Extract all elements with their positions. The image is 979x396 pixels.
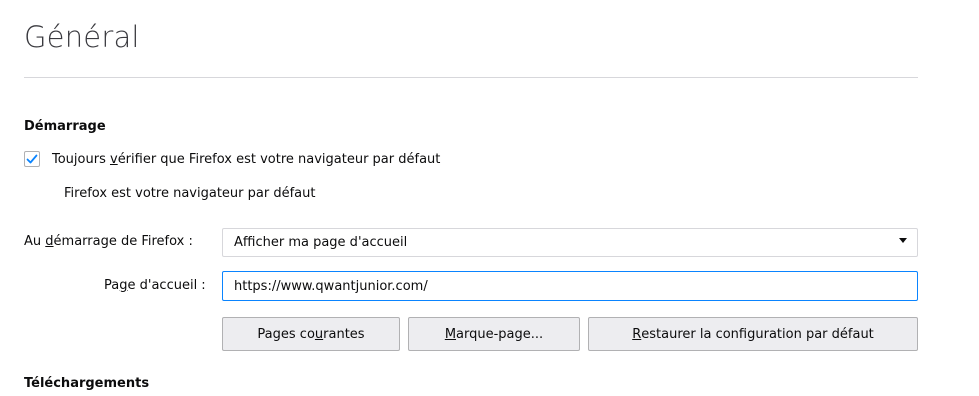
homepage-label: Page d'accueil :	[104, 278, 206, 293]
startup-heading: Démarrage	[24, 119, 106, 134]
use-current-pages-button[interactable]: Pages co u rantes	[222, 317, 400, 351]
on-start-label: Au démarrage de Firefox :	[24, 234, 193, 249]
default-browser-checkbox[interactable]	[24, 151, 40, 167]
on-start-select[interactable]: Afficher ma page d'accueil	[222, 228, 918, 257]
default-browser-status: Firefox est votre navigateur par défaut	[64, 186, 316, 201]
homepage-input[interactable]	[222, 271, 918, 301]
button-label-part: rantes	[323, 326, 365, 342]
accesskey: u	[314, 326, 324, 342]
label-part: Toujours	[52, 151, 110, 167]
chevron-down-icon	[899, 238, 907, 243]
default-browser-checkbox-label: Toujours vérifier que Firefox est votre …	[52, 152, 440, 167]
accesskey: v	[109, 151, 118, 167]
button-label-part: arque-page...	[456, 326, 544, 342]
default-browser-checkbox-row[interactable]: Toujours vérifier que Firefox est votre …	[24, 148, 440, 170]
downloads-heading: Téléchargements	[24, 376, 150, 391]
checkmark-icon	[26, 154, 38, 164]
accesskey: d	[45, 234, 54, 249]
accesskey: R	[632, 326, 642, 342]
button-label-part: Pages co	[257, 326, 315, 342]
label-part: Pa	[104, 278, 120, 293]
button-label-part: estaurer la configuration par défaut	[641, 326, 874, 342]
accesskey: M	[444, 326, 457, 342]
title-divider	[24, 77, 918, 78]
on-start-selected-value: Afficher ma page d'accueil	[234, 235, 408, 250]
accesskey: g	[119, 278, 128, 293]
label-part: Au	[24, 234, 46, 249]
label-part: émarrage de Firefox :	[53, 234, 193, 249]
page-title: Général	[24, 20, 140, 54]
label-part: e d'accueil :	[127, 278, 206, 293]
restore-default-button[interactable]: Restaurer la configuration par défaut	[588, 317, 918, 351]
use-bookmark-button[interactable]: Marque-page...	[408, 317, 580, 351]
label-part: érifier que Firefox est votre navigateur…	[117, 151, 441, 167]
